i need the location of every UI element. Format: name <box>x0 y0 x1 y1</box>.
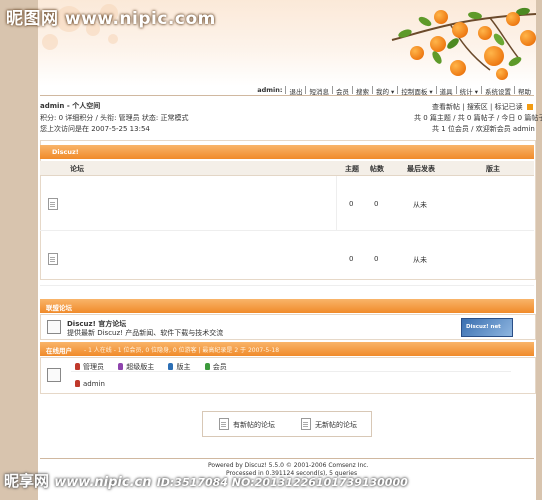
online-users-box: 管理员 超级版主 版主 会员 admin <box>40 357 536 394</box>
online-section-title[interactable]: 在线用户 <box>46 345 72 355</box>
partner-logo-text: Discuz! net <box>466 324 501 330</box>
last-visit: 您上次访问是在 2007-5-25 13:54 <box>40 125 150 133</box>
mark-read-link[interactable]: 标记已读 <box>495 103 523 111</box>
nav-help[interactable]: 帮助 <box>514 86 534 96</box>
partner-forum-desc: 提供最新 Discuz! 产品新闻、软件下载与技术交流 <box>67 329 224 337</box>
links-section-title: 联盟论坛 <box>46 304 72 312</box>
stats-line-1: 共 0 篇主题 / 共 0 篇帖子 / 今日 0 篇帖子 <box>414 114 542 122</box>
nav-search[interactable]: 搜索 <box>351 86 372 96</box>
nav-logout[interactable]: 退出 <box>285 86 305 96</box>
online-section-header: 在线用户 - 1 人在线 - 1 位会员, 0 位隐身, 0 位游客 | 最高纪… <box>40 342 534 356</box>
mod-role-icon <box>168 363 174 370</box>
nav-messages[interactable]: 短消息 <box>305 86 332 96</box>
col-posts: 帖数 <box>370 165 384 173</box>
col-forum: 论坛 <box>70 165 84 173</box>
legend-mod: 版主 <box>176 363 191 371</box>
online-summary: - 1 人在线 - 1 位会员, 0 位隐身, 0 位游客 | 最高纪录是 2 … <box>84 347 280 354</box>
super-mod-role-icon <box>118 363 124 370</box>
nav-my[interactable]: 我的 ▾ <box>371 86 397 96</box>
user-role-icon <box>75 380 80 387</box>
forum-column-header: 论坛 主题 帖数 最后发表 版主 <box>40 161 534 176</box>
nav-user[interactable]: admin: <box>254 86 285 94</box>
forum-section-header: Discuz! <box>40 145 534 159</box>
col-last-post: 最后发表 <box>407 165 435 173</box>
legend-admin: 管理员 <box>83 363 104 371</box>
footer-divider <box>40 458 534 459</box>
forum-topics-count: 0 <box>349 200 354 208</box>
col-moderator: 版主 <box>486 165 500 173</box>
nav-tools[interactable]: 道具 <box>435 86 456 96</box>
nav-control-panel[interactable]: 控制面板 ▾ <box>397 86 435 96</box>
legend-box: 有新帖的论坛 无新帖的论坛 <box>202 411 372 437</box>
nav-system-settings[interactable]: 系统设置 <box>481 86 514 96</box>
member-role-icon <box>204 363 210 370</box>
watermark-brand: 昵享网 <box>4 472 50 490</box>
forum-last-post: 从未 <box>413 256 427 264</box>
user-points-line: 积分: 0 详细积分 / 头衔: 管理员 状态: 正常模式 <box>40 114 189 122</box>
powered-by: Powered by Discuz! 5.5.0 © 2001-2006 Com… <box>208 462 369 469</box>
online-list-icon <box>47 368 61 382</box>
top-nav: admin: 退出 短消息 会员 搜索 我的 ▾ 控制面板 ▾ 道具 统计 ▾ … <box>236 86 534 96</box>
forum-posts-count: 0 <box>374 200 379 208</box>
forum-topics-count: 0 <box>349 255 354 263</box>
forum-posts-count: 0 <box>374 255 379 263</box>
watermark-bottom: 昵享网 www.nipic.cn ID:3517084 NO:201312261… <box>4 470 408 491</box>
rss-icon[interactable] <box>526 104 533 110</box>
watermark-top: 昵图网 www.nipic.com <box>6 9 216 29</box>
nav-divider <box>40 95 534 96</box>
forum-last-post: 从未 <box>413 201 427 209</box>
legend-no-new-posts: 无新帖的论坛 <box>315 421 357 429</box>
partner-logo[interactable]: Discuz! net <box>461 318 513 337</box>
nav-stats[interactable]: 统计 ▾ <box>455 86 481 96</box>
stats-line-2: 共 1 位会员 / 欢迎新会员 admin <box>432 125 535 133</box>
online-user-name[interactable]: admin <box>83 380 105 388</box>
forum-status-icon <box>48 253 58 265</box>
watermark-id: ID:3517084 NO:20131226101739130000 <box>156 476 408 489</box>
watermark-url: www.nipic.cn <box>54 475 152 490</box>
right-links: 查看新帖 | 搜索区 | 标记已读 <box>432 102 533 112</box>
no-new-posts-icon <box>301 418 311 430</box>
col-divider <box>336 176 337 230</box>
legend-divider <box>71 371 511 372</box>
new-posts-icon <box>219 418 229 430</box>
admin-role-icon <box>75 363 80 370</box>
legend-new-posts: 有新帖的论坛 <box>233 421 275 429</box>
forum-section-title[interactable]: Discuz! <box>52 148 79 156</box>
links-row: Discuz! 官方论坛 提供最新 Discuz! 产品新闻、软件下载与技术交流… <box>40 314 536 340</box>
user-space-title[interactable]: admin - 个人空间 <box>40 101 100 111</box>
legend-super-mod: 超级版主 <box>126 363 155 371</box>
view-new-posts-link[interactable]: 查看新帖 <box>432 103 460 111</box>
forum-row[interactable]: 0 0 从未 <box>40 231 534 286</box>
links-section-header: 联盟论坛 <box>40 299 534 313</box>
forum-link-icon <box>47 320 61 334</box>
col-topics: 主题 <box>345 165 359 173</box>
search-area-link[interactable]: 搜索区 <box>467 103 488 111</box>
forum-row[interactable]: 0 0 从未 <box>40 176 534 231</box>
legend-member: 会员 <box>212 363 227 371</box>
forum-status-icon <box>48 198 58 210</box>
nav-members[interactable]: 会员 <box>331 86 352 96</box>
online-user-entry[interactable]: admin <box>75 380 105 388</box>
